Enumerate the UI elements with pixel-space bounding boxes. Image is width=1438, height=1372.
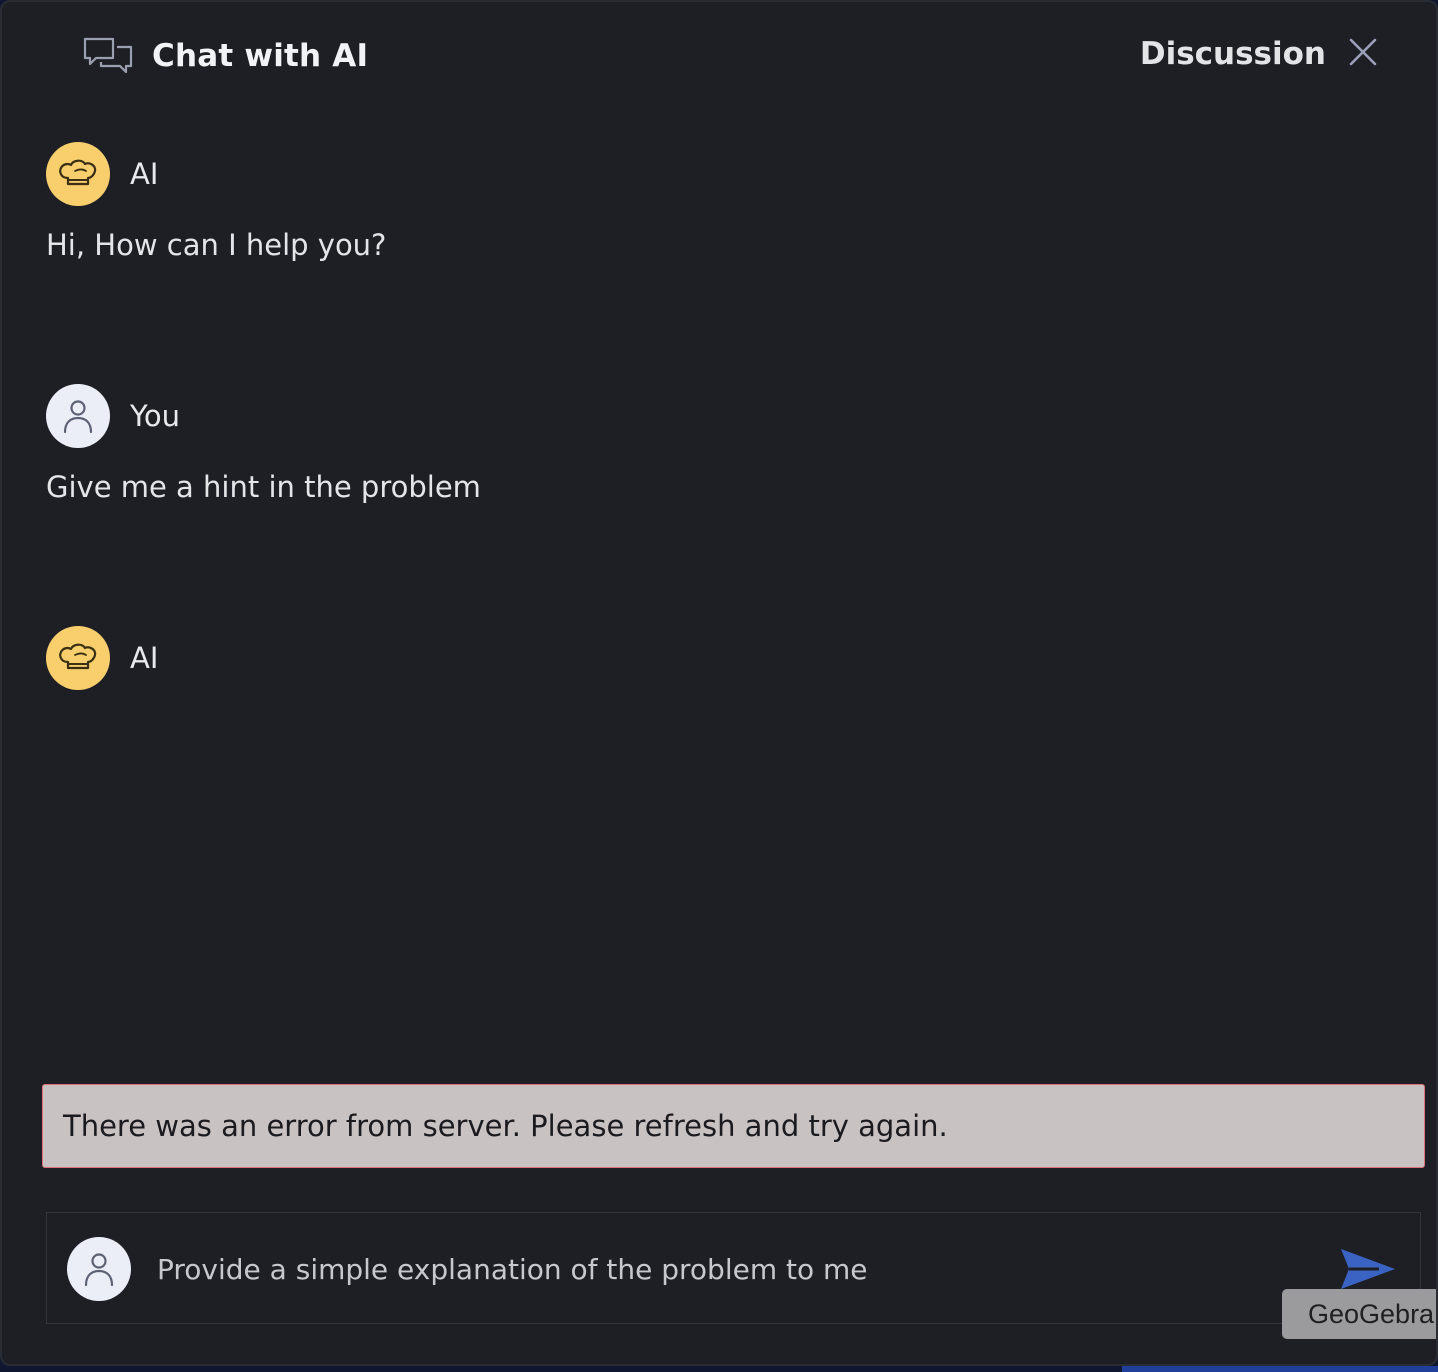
message-sender: AI <box>130 157 159 191</box>
send-icon <box>1341 1249 1395 1289</box>
user-avatar <box>46 384 110 448</box>
close-icon <box>1349 38 1377 66</box>
ai-avatar <box>46 626 110 690</box>
window-edge-strip <box>1122 1366 1438 1372</box>
message-sender: AI <box>130 641 159 675</box>
message-input[interactable] <box>155 1241 1305 1297</box>
chat-message: AI <box>46 626 158 712</box>
message-composer <box>46 1212 1421 1324</box>
person-icon <box>63 400 93 434</box>
ai-avatar <box>46 142 110 206</box>
message-text: Hi, How can I help you? <box>46 228 387 262</box>
chat-message: AI Hi, How can I help you? <box>46 142 386 262</box>
geogebra-label: GeoGebra <box>1308 1298 1435 1329</box>
message-sender: You <box>130 399 180 433</box>
header-actions: Discussion <box>1140 36 1378 72</box>
message-header: AI <box>46 626 158 690</box>
close-button[interactable] <box>1348 37 1378 71</box>
chat-message: You Give me a hint in the problem <box>46 384 481 504</box>
send-button[interactable] <box>1339 1247 1397 1295</box>
page-title: Chat with AI <box>152 38 369 74</box>
chef-hat-icon <box>59 643 97 670</box>
message-header: You <box>46 384 481 448</box>
chat-bubbles-icon <box>82 36 134 76</box>
chat-panel: Chat with AI Discussion AI Hi, How can I… <box>0 0 1438 1366</box>
error-text: There was an error from server. Please r… <box>63 1109 948 1143</box>
chef-hat-icon <box>59 159 97 186</box>
message-text: Give me a hint in the problem <box>46 470 481 504</box>
panel-header: Chat with AI <box>82 36 368 76</box>
geogebra-badge[interactable]: GeoGebra <box>1282 1289 1436 1339</box>
message-header: AI <box>46 142 386 206</box>
person-icon <box>84 1253 114 1287</box>
tab-discussion[interactable]: Discussion <box>1140 36 1326 72</box>
error-banner: There was an error from server. Please r… <box>42 1084 1425 1168</box>
user-avatar <box>67 1237 131 1301</box>
